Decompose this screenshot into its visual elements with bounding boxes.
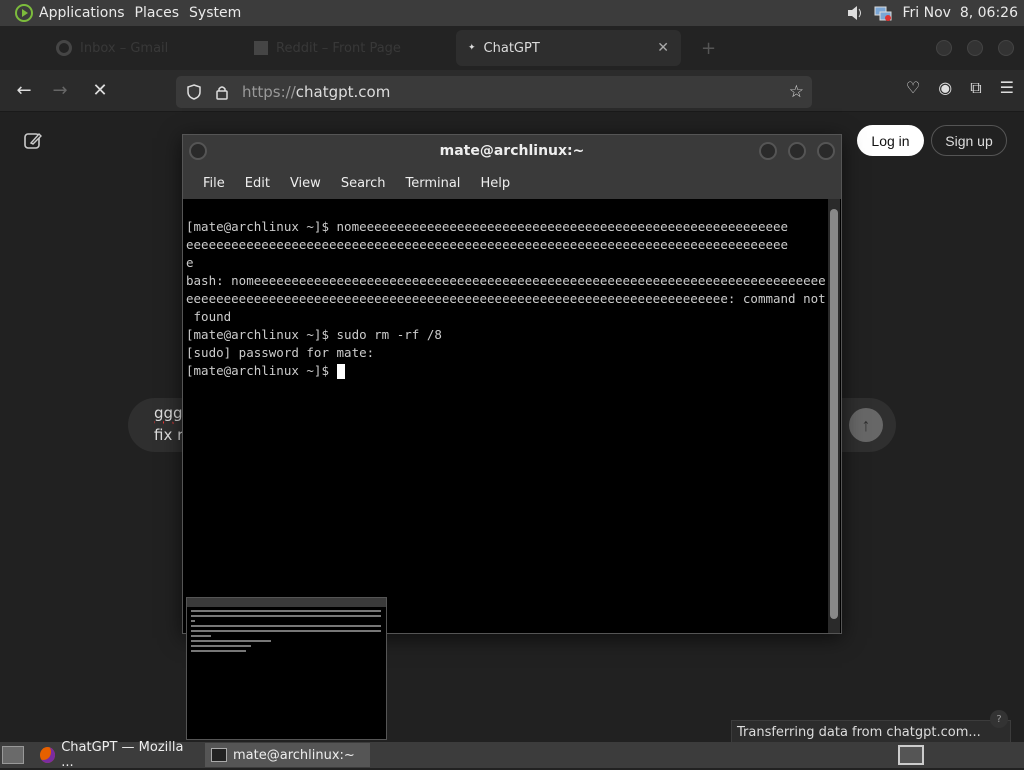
url-host: chatgpt.com [295, 83, 391, 101]
terminal-scrollbar[interactable] [828, 199, 840, 633]
minimize-button[interactable] [936, 40, 952, 56]
terminal-title: mate@archlinux:~ [439, 143, 585, 159]
menu-search[interactable]: Search [331, 176, 396, 191]
terminal-line: eeeeeeeeeeeeeeeeeeeeeeeeeeeeeeeeeeeeeeee… [186, 291, 826, 306]
network-icon[interactable] [874, 4, 892, 22]
bookmark-star-icon[interactable]: ☆ [789, 82, 804, 102]
lock-icon[interactable] [214, 84, 230, 100]
help-icon[interactable]: ? [990, 710, 1008, 728]
pocket-icon[interactable]: ♡ [906, 78, 920, 98]
tab-label: Inbox – Gmail [80, 40, 169, 56]
extensions-icon[interactable]: ⧉ [970, 78, 981, 98]
preview-line [191, 630, 381, 632]
preview-line [191, 650, 246, 652]
firefox-icon [40, 747, 56, 763]
tab-label: ChatGPT [483, 40, 540, 56]
stop-loading-button[interactable]: ✕ [82, 73, 118, 109]
terminal-titlebar[interactable]: mate@archlinux:~ [183, 135, 841, 167]
new-chat-icon[interactable] [22, 130, 44, 152]
composer-text: ggg fix r [154, 402, 183, 446]
preview-line [191, 640, 271, 642]
composer-line-2: fix r [154, 426, 184, 444]
terminal-output[interactable]: [mate@archlinux ~]$ nomeeeeeeeeeeeeeeeee… [185, 199, 827, 629]
system-label: System [189, 5, 242, 21]
menu-view[interactable]: View [280, 176, 331, 191]
terminal-maximize-button[interactable] [788, 142, 806, 160]
url-bar[interactable]: https://chatgpt.com ☆ [176, 76, 812, 108]
terminal-icon [211, 748, 227, 762]
tab-chatgpt[interactable]: ✦ ChatGPT ✕ [456, 30, 681, 66]
applications-menu[interactable]: Applications [0, 0, 130, 26]
arrow-up-icon: ↑ [861, 414, 871, 435]
terminal-line: e [186, 255, 194, 270]
preview-line [191, 635, 211, 637]
bottom-panel: ChatGPT — Mozilla ... mate@archlinux:~ [0, 740, 1024, 770]
menu-help[interactable]: Help [470, 176, 520, 191]
terminal-line: [mate@archlinux ~]$ sudo rm -rf /8 [186, 327, 442, 342]
terminal-prompt-line: [mate@archlinux ~]$ [186, 362, 827, 380]
google-icon [56, 40, 72, 56]
tab-bar: Inbox – Gmail Reddit – Front Page ✦ Chat… [0, 26, 1024, 70]
signup-button[interactable]: Sign up [931, 125, 1007, 156]
url-protocol: https:// [242, 83, 296, 101]
taskbar-item-terminal[interactable]: mate@archlinux:~ [205, 743, 370, 767]
menu-edit[interactable]: Edit [235, 176, 280, 191]
preview-line [191, 645, 251, 647]
top-panel: Applications Places System Fri Nov 8, 06… [0, 0, 1024, 26]
terminal-close-button[interactable] [817, 142, 835, 160]
menu-terminal[interactable]: Terminal [395, 176, 470, 191]
scrollbar-thumb[interactable] [830, 209, 838, 619]
terminal-menu-button[interactable] [189, 142, 207, 160]
status-bubble: Transferring data from chatgpt.com... [731, 720, 1011, 744]
send-button[interactable]: ↑ [849, 408, 883, 442]
clock[interactable]: Fri Nov 8, 06:26 [902, 5, 1018, 21]
composer-line-1: ggg [154, 404, 183, 422]
window-preview-thumbnail[interactable] [186, 597, 387, 740]
terminal-line: eeeeeeeeeeeeeeeeeeeeeeeeeeeeeeeeeeeeeeee… [186, 237, 789, 252]
maximize-button[interactable] [967, 40, 983, 56]
preview-menubar [187, 598, 386, 607]
mate-logo-icon [15, 4, 33, 22]
preview-line [191, 620, 195, 622]
tab-close-icon[interactable]: ✕ [657, 40, 669, 56]
back-button[interactable]: ← [6, 73, 42, 109]
applications-label: Applications [39, 5, 125, 21]
tab-gmail[interactable]: Inbox – Gmail [4, 30, 224, 66]
taskbar-label: ChatGPT — Mozilla ... [61, 740, 184, 770]
taskbar-label: mate@archlinux:~ [233, 747, 355, 763]
toolbar-right: ♡ ◉ ⧉ ☰ [906, 78, 1014, 98]
preview-line [191, 615, 381, 617]
tab-label: Reddit – Front Page [276, 40, 401, 56]
places-label: Places [134, 5, 180, 21]
taskbar-item-firefox[interactable]: ChatGPT — Mozilla ... [34, 740, 199, 770]
menu-icon[interactable]: ☰ [1000, 78, 1014, 98]
terminal-menubar: File Edit View Search Terminal Help [183, 167, 841, 199]
terminal-line: [sudo] password for mate: [186, 345, 375, 360]
close-window-button[interactable] [998, 40, 1014, 56]
shield-icon[interactable] [186, 84, 202, 100]
terminal-prompt: [mate@archlinux ~]$ [186, 363, 337, 378]
login-button[interactable]: Log in [857, 125, 924, 156]
preview-line [191, 625, 381, 627]
loading-dot-icon: ✦ [468, 43, 476, 53]
preview-line [191, 610, 381, 612]
workspace-switcher[interactable] [898, 745, 924, 765]
terminal-line: found [186, 309, 232, 324]
places-menu[interactable]: Places [130, 0, 185, 26]
terminal-minimize-button[interactable] [759, 142, 777, 160]
menu-file[interactable]: File [193, 176, 235, 191]
url-text: https://chatgpt.com [242, 83, 390, 101]
terminal-cursor [336, 364, 345, 379]
terminal-line: [mate@archlinux ~]$ nomeeeeeeeeeeeeeeeee… [186, 219, 789, 234]
new-tab-button[interactable]: + [701, 38, 716, 59]
show-desktop-icon[interactable] [2, 746, 24, 764]
terminal-window[interactable]: mate@archlinux:~ File Edit View Search T… [182, 134, 842, 634]
terminal-line: bash: nomeeeeeeeeeeeeeeeeeeeeeeeeeeeeeee… [186, 273, 826, 288]
account-icon[interactable]: ◉ [938, 78, 952, 98]
forward-button[interactable]: → [42, 73, 78, 109]
system-menu[interactable]: System [184, 0, 246, 26]
m-icon [254, 41, 268, 55]
volume-icon[interactable] [846, 4, 864, 22]
tab-reddit[interactable]: Reddit – Front Page [224, 30, 444, 66]
